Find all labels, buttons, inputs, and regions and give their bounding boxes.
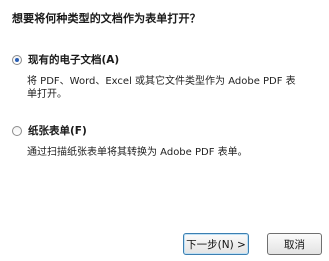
option-electronic-document-label[interactable]: 现有的电子文档(A) — [28, 52, 119, 67]
option-paper-form-row[interactable]: 纸张表单(F) — [12, 123, 297, 138]
option-paper-form[interactable]: 纸张表单(F) 通过扫描纸张表单将其转换为 Adobe PDF 表单。 — [12, 123, 297, 159]
option-electronic-document-row[interactable]: 现有的电子文档(A) — [12, 52, 297, 67]
option-paper-form-description: 通过扫描纸张表单将其转换为 Adobe PDF 表单。 — [27, 147, 248, 158]
question-heading: 想要将何种类型的文档作为表单打开？ — [12, 12, 201, 25]
option-electronic-document[interactable]: 现有的电子文档(A) 将 PDF、Word、Excel 或其它文件类型作为 Ad… — [12, 52, 297, 101]
next-button[interactable]: 下一步(N) > — [183, 233, 249, 255]
option-electronic-document-description: 将 PDF、Word、Excel 或其它文件类型作为 Adobe PDF 表单打… — [27, 76, 296, 100]
option-paper-form-label[interactable]: 纸张表单(F) — [28, 123, 87, 138]
cancel-button[interactable]: 取消 — [267, 233, 322, 255]
radio-paper-form[interactable] — [12, 125, 22, 136]
radio-electronic-document[interactable] — [12, 54, 22, 65]
form-type-dialog: 想要将何种类型的文档作为表单打开？ 现有的电子文档(A) 将 PDF、Word、… — [0, 0, 329, 261]
